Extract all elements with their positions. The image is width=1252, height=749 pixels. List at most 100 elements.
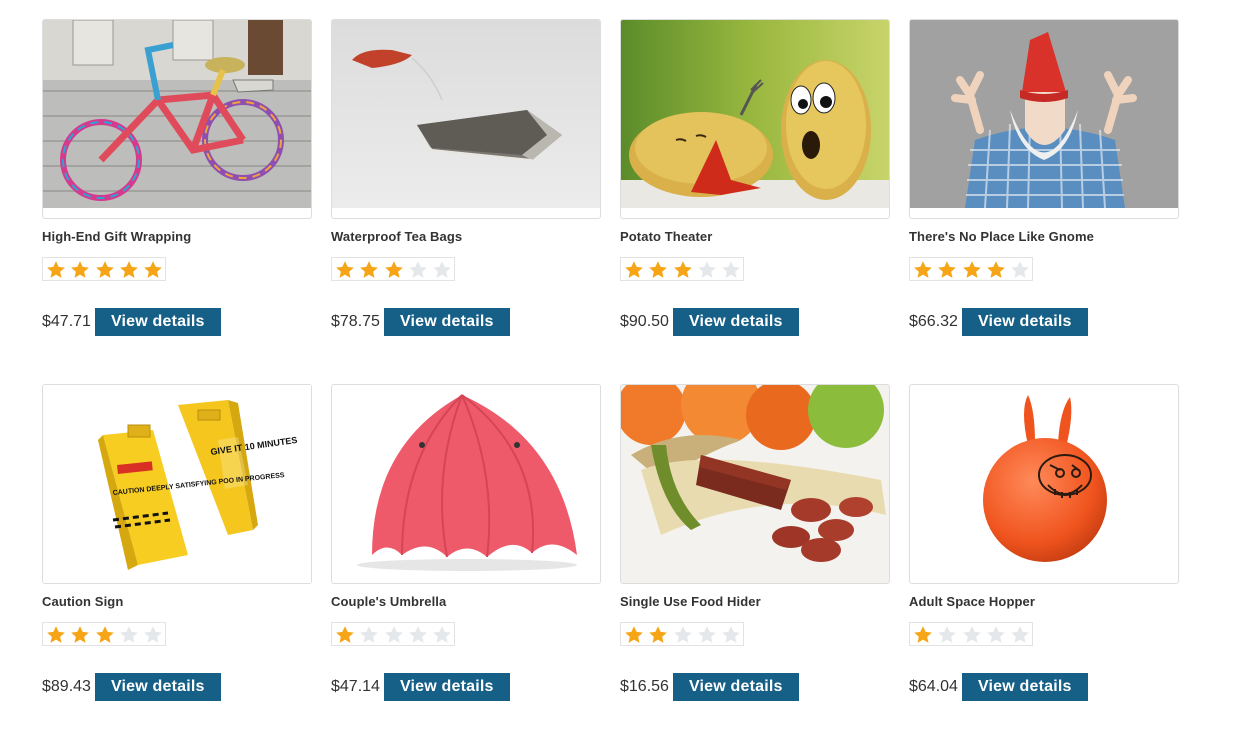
star-empty-icon (695, 259, 719, 281)
star-rating (620, 257, 744, 281)
product-price: $64.04 (909, 678, 958, 695)
star-rating (331, 622, 455, 646)
star-filled-icon (141, 259, 165, 281)
star-empty-icon (1008, 624, 1032, 646)
star-filled-icon (333, 624, 357, 646)
star-filled-icon (959, 259, 983, 281)
star-filled-icon (622, 624, 646, 646)
star-empty-icon (719, 259, 743, 281)
star-empty-icon (406, 624, 430, 646)
view-details-button[interactable]: View details (383, 673, 510, 701)
view-details-button[interactable]: View details (961, 308, 1088, 336)
product-image[interactable]: GIVE IT 10 MINUTES CAUTION DEEPLY SATISF… (42, 384, 312, 584)
view-details-button[interactable]: View details (383, 308, 510, 336)
product-price: $90.50 (620, 313, 669, 330)
product-card: Single Use Food Hider $16.56 View detail… (620, 384, 890, 749)
star-empty-icon (406, 259, 430, 281)
product-price: $66.32 (909, 313, 958, 330)
product-price: $47.14 (331, 678, 380, 695)
star-empty-icon (670, 624, 694, 646)
star-empty-icon (430, 259, 454, 281)
product-name[interactable]: There's No Place Like Gnome (909, 229, 1094, 244)
star-empty-icon (117, 624, 141, 646)
star-empty-icon (381, 624, 405, 646)
star-filled-icon (381, 259, 405, 281)
star-empty-icon (357, 624, 381, 646)
price-row: $16.56 View details (620, 673, 799, 701)
star-empty-icon (141, 624, 165, 646)
star-filled-icon (333, 259, 357, 281)
star-filled-icon (68, 259, 92, 281)
star-filled-icon (622, 259, 646, 281)
star-empty-icon (719, 624, 743, 646)
product-name[interactable]: Single Use Food Hider (620, 594, 761, 609)
caution-sign-photo: GIVE IT 10 MINUTES CAUTION DEEPLY SATISF… (43, 385, 311, 583)
star-rating (42, 257, 166, 281)
product-name[interactable]: High-End Gift Wrapping (42, 229, 191, 244)
star-filled-icon (911, 624, 935, 646)
product-grid: High-End Gift Wrapping $47.71 View detai… (42, 19, 1179, 749)
potatoes-photo (621, 20, 889, 208)
product-name[interactable]: Waterproof Tea Bags (331, 229, 462, 244)
product-price: $78.75 (331, 313, 380, 330)
product-image[interactable] (909, 384, 1179, 584)
star-filled-icon (92, 624, 116, 646)
star-empty-icon (935, 624, 959, 646)
product-image[interactable] (331, 384, 601, 584)
star-empty-icon (695, 624, 719, 646)
price-row: $90.50 View details (620, 308, 799, 336)
product-price: $16.56 (620, 678, 669, 695)
star-filled-icon (984, 259, 1008, 281)
tea-bag-photo (332, 20, 600, 208)
product-image[interactable] (620, 19, 890, 219)
product-image[interactable] (42, 19, 312, 219)
price-row: $78.75 View details (331, 308, 510, 336)
star-empty-icon (959, 624, 983, 646)
star-rating (42, 622, 166, 646)
price-row: $89.43 View details (42, 673, 221, 701)
star-filled-icon (44, 259, 68, 281)
view-details-button[interactable]: View details (94, 308, 221, 336)
price-row: $64.04 View details (909, 673, 1088, 701)
knitted-bicycle-photo (43, 20, 311, 208)
product-card: GIVE IT 10 MINUTES CAUTION DEEPLY SATISF… (42, 384, 312, 749)
product-card: Potato Theater $90.50 View details (620, 19, 890, 384)
view-details-button[interactable]: View details (94, 673, 221, 701)
star-filled-icon (117, 259, 141, 281)
product-card: There's No Place Like Gnome $66.32 View … (909, 19, 1179, 384)
star-filled-icon (92, 259, 116, 281)
star-rating (620, 622, 744, 646)
product-image[interactable] (909, 19, 1179, 219)
product-name[interactable]: Couple's Umbrella (331, 594, 446, 609)
banana-sausage-photo (621, 385, 889, 583)
star-filled-icon (935, 259, 959, 281)
star-empty-icon (1008, 259, 1032, 281)
star-filled-icon (646, 624, 670, 646)
view-details-button[interactable]: View details (961, 673, 1088, 701)
star-rating (331, 257, 455, 281)
star-filled-icon (44, 624, 68, 646)
product-card: Adult Space Hopper $64.04 View details (909, 384, 1179, 749)
star-rating (909, 257, 1033, 281)
star-filled-icon (670, 259, 694, 281)
star-filled-icon (646, 259, 670, 281)
view-details-button[interactable]: View details (672, 308, 799, 336)
product-image[interactable] (331, 19, 601, 219)
star-rating (909, 622, 1033, 646)
product-price: $47.71 (42, 313, 91, 330)
space-hopper-photo (910, 385, 1178, 583)
product-card: High-End Gift Wrapping $47.71 View detai… (42, 19, 312, 384)
price-row: $47.14 View details (331, 673, 510, 701)
product-image[interactable] (620, 384, 890, 584)
product-name[interactable]: Potato Theater (620, 229, 712, 244)
product-name[interactable]: Adult Space Hopper (909, 594, 1035, 609)
product-name[interactable]: Caution Sign (42, 594, 123, 609)
star-empty-icon (430, 624, 454, 646)
product-card: Couple's Umbrella $47.14 View details (331, 384, 601, 749)
price-row: $47.71 View details (42, 308, 221, 336)
star-filled-icon (357, 259, 381, 281)
view-details-button[interactable]: View details (672, 673, 799, 701)
star-filled-icon (911, 259, 935, 281)
product-price: $89.43 (42, 678, 91, 695)
star-empty-icon (984, 624, 1008, 646)
